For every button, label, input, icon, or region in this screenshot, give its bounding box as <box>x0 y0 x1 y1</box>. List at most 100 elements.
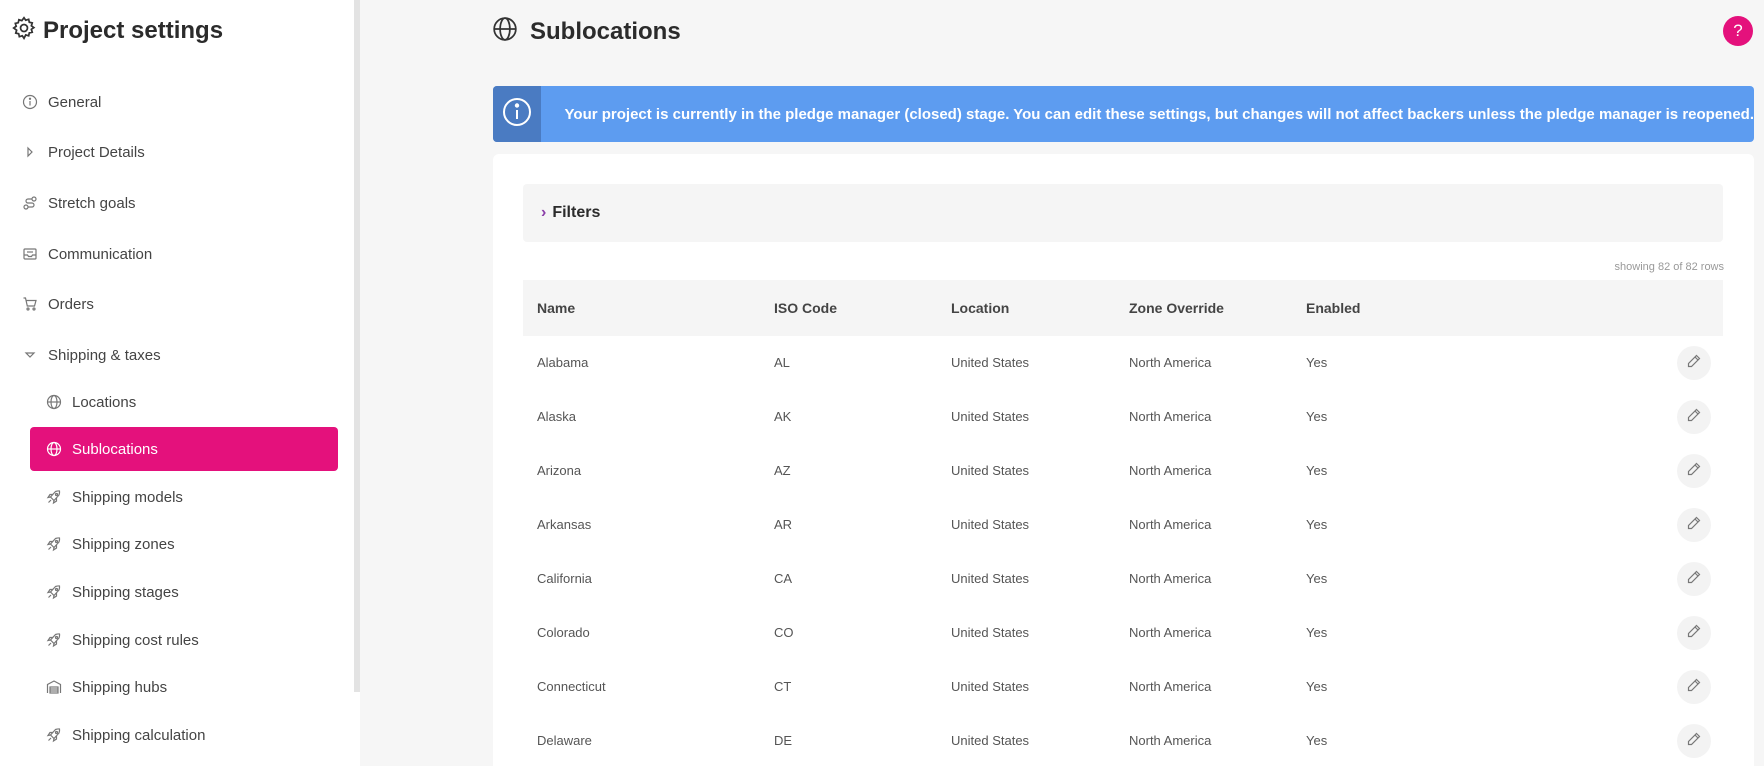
edit-button[interactable] <box>1677 508 1711 542</box>
cell-zone-override: North America <box>1129 463 1212 478</box>
cell-enabled: Yes <box>1306 679 1328 694</box>
sidebar-subitem-label: Shipping zones <box>72 535 175 553</box>
info-icon <box>501 96 533 133</box>
edit-button[interactable] <box>1677 346 1711 380</box>
globe-icon <box>46 394 62 410</box>
table-row: Alaska AK United States North America Ye… <box>523 390 1723 444</box>
pencil-icon <box>1687 462 1701 481</box>
column-header-iso-code[interactable]: ISO Code <box>774 280 837 336</box>
cell-iso-code: DE <box>774 733 793 748</box>
cell-enabled: Yes <box>1306 571 1328 586</box>
banner-message: Your project is currently in the pledge … <box>564 105 1754 123</box>
edit-button[interactable] <box>1677 616 1711 650</box>
sidebar-item-label: General <box>48 93 102 111</box>
sidebar-subitem-locations[interactable]: Locations <box>30 380 338 424</box>
sidebar-item-label: Project Details <box>48 143 145 161</box>
edit-button[interactable] <box>1677 724 1711 758</box>
sidebar-subitem-shipping-cost-rules[interactable]: Shipping cost rules <box>30 618 338 662</box>
cell-zone-override: North America <box>1129 733 1212 748</box>
pencil-icon <box>1687 354 1701 373</box>
filters-label: Filters <box>552 204 601 221</box>
cell-enabled: Yes <box>1306 355 1328 370</box>
sidebar-subitem-shipping-stages[interactable]: Shipping stages <box>30 570 338 614</box>
table-row: Delaware DE United States North America … <box>523 714 1723 766</box>
sidebar-item-label: Orders <box>48 295 94 313</box>
info-icon <box>22 94 38 110</box>
globe-icon <box>492 16 518 49</box>
sidebar-scrollbar[interactable] <box>354 0 360 692</box>
sidebar-subitem-shipping-models[interactable]: Shipping models <box>30 475 338 519</box>
cell-zone-override: North America <box>1129 517 1212 532</box>
column-header-name[interactable]: Name <box>537 280 575 336</box>
rocket-icon <box>46 489 62 505</box>
sidebar-item-stretch-goals[interactable]: Stretch goals <box>22 189 136 217</box>
sidebar-item-general[interactable]: General <box>22 88 101 116</box>
cell-iso-code: CO <box>774 625 794 640</box>
cell-location: United States <box>951 733 1030 748</box>
column-header-zone-override[interactable]: Zone Override <box>1129 280 1224 336</box>
sidebar-title: Project settings <box>11 15 223 48</box>
sidebar: Project settings General Project Details… <box>0 0 360 766</box>
cell-iso-code: AL <box>774 355 790 370</box>
cell-location: United States <box>951 679 1030 694</box>
cell-location: United States <box>951 355 1030 370</box>
column-header-location[interactable]: Location <box>951 280 1009 336</box>
cell-name: Alaska <box>537 409 577 424</box>
sidebar-subitem-sublocations[interactable]: Sublocations <box>30 427 338 471</box>
cell-iso-code: CA <box>774 571 793 586</box>
caret-down-icon <box>22 347 38 363</box>
sidebar-item-label: Communication <box>48 245 153 263</box>
table-row: Arizona AZ United States North America Y… <box>523 444 1723 498</box>
sidebar-subitem-shipping-calculation[interactable]: Shipping calculation <box>30 713 338 757</box>
table-row: California CA United States North Americ… <box>523 552 1723 606</box>
table-row: Arkansas AR United States North America … <box>523 498 1723 552</box>
cell-iso-code: AR <box>774 517 793 532</box>
rocket-icon <box>46 584 62 600</box>
sidebar-item-project-details[interactable]: Project Details <box>22 138 145 166</box>
cell-name: Delaware <box>537 733 592 748</box>
info-banner: Your project is currently in the pledge … <box>493 86 1754 142</box>
sidebar-subitem-shipping-hubs[interactable]: Shipping hubs <box>30 665 338 709</box>
banner-icon-box <box>493 86 541 142</box>
cart-icon <box>22 296 38 312</box>
rocket-icon <box>46 536 62 552</box>
table-row: Alabama AL United States North America Y… <box>523 336 1723 390</box>
pencil-icon <box>1687 624 1701 643</box>
rocket-icon <box>46 632 62 648</box>
cell-location: United States <box>951 571 1030 586</box>
sidebar-item-label: Shipping & taxes <box>48 346 161 364</box>
gear-icon <box>11 15 37 48</box>
cell-name: Arizona <box>537 463 582 478</box>
edit-button[interactable] <box>1677 400 1711 434</box>
app-root: Project settings General Project Details… <box>0 0 1764 766</box>
pencil-icon <box>1687 516 1701 535</box>
sidebar-item-communication[interactable]: Communication <box>22 240 152 268</box>
filters-toggle[interactable]: › Filters <box>523 184 1723 242</box>
cell-zone-override: North America <box>1129 625 1212 640</box>
cell-enabled: Yes <box>1306 409 1328 424</box>
edit-button[interactable] <box>1677 454 1711 488</box>
cell-location: United States <box>951 463 1030 478</box>
sidebar-subitem-shipping-zones[interactable]: Shipping zones <box>30 522 338 566</box>
route-icon <box>22 195 38 211</box>
cell-enabled: Yes <box>1306 517 1328 532</box>
help-button[interactable]: ? <box>1723 16 1753 46</box>
edit-button[interactable] <box>1677 670 1711 704</box>
inbox-icon <box>22 246 38 262</box>
cell-name: Connecticut <box>537 679 606 694</box>
cell-location: United States <box>951 517 1030 532</box>
sidebar-item-orders[interactable]: Orders <box>22 290 94 318</box>
question-icon: ? <box>1733 21 1743 40</box>
sublocations-card: › Filters showing 82 of 82 rows Name ISO… <box>493 154 1754 766</box>
cell-zone-override: North America <box>1129 571 1212 586</box>
pencil-icon <box>1687 732 1701 751</box>
sidebar-subitem-label: Shipping models <box>72 488 183 506</box>
column-header-enabled[interactable]: Enabled <box>1306 280 1360 336</box>
sidebar-subitem-label: Shipping stages <box>72 583 179 601</box>
cell-zone-override: North America <box>1129 355 1212 370</box>
row-count: showing 82 of 82 rows <box>1614 261 1724 273</box>
sidebar-item-shipping-taxes[interactable]: Shipping & taxes <box>22 341 161 369</box>
edit-button[interactable] <box>1677 562 1711 596</box>
chevron-right-icon: › <box>541 204 547 221</box>
sidebar-subitem-label: Shipping hubs <box>72 678 168 696</box>
